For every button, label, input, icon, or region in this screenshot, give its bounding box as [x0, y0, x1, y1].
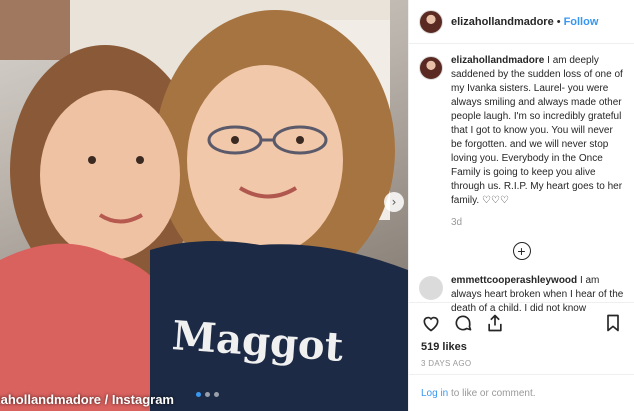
avatar[interactable]	[419, 56, 443, 80]
post-side-panel: elizahollandmadore • Follow elizaholland…	[408, 0, 634, 411]
comment-username[interactable]: emmettcooperashleywood	[451, 275, 577, 286]
action-bar	[421, 311, 623, 335]
login-prompt: Log in to like or comment.	[409, 374, 634, 411]
caption-body: elizahollandmadore I am deeply saddened …	[451, 54, 624, 230]
likes-count[interactable]: 519 likes	[421, 341, 623, 353]
login-link[interactable]: Log in	[421, 388, 448, 399]
share-icon[interactable]	[485, 313, 505, 333]
plus-circle-icon[interactable]: +	[512, 242, 531, 260]
login-text: to like or comment.	[451, 387, 536, 399]
avatar[interactable]	[419, 9, 443, 34]
comments-list[interactable]: elizahollandmadore I am deeply saddened …	[409, 44, 634, 338]
post-date: 3 DAYS AGO	[421, 359, 472, 368]
carousel-dots	[196, 392, 219, 397]
comment-icon[interactable]	[453, 313, 473, 333]
post-photo[interactable]: Maggot › @elizahollandmadore / Instagram	[0, 0, 408, 411]
bookmark-icon[interactable]	[603, 313, 623, 333]
carousel-dot	[205, 392, 210, 397]
post-username[interactable]: elizahollandmadore	[451, 16, 554, 28]
caption-username[interactable]: elizahollandmadore	[451, 55, 544, 66]
follow-button[interactable]: Follow	[564, 16, 599, 28]
chevron-right-icon[interactable]: ›	[384, 192, 404, 212]
caption: elizahollandmadore I am deeply saddened …	[419, 54, 624, 230]
actions-area: 519 likes 3 DAYS AGO	[409, 302, 634, 368]
carousel-dot	[196, 392, 201, 397]
caption-text: I am deeply saddened by the sudden loss …	[451, 55, 623, 206]
header-separator: •	[556, 15, 561, 28]
carousel-dot	[214, 392, 219, 397]
caption-time: 3d	[451, 217, 463, 228]
post-header: elizahollandmadore • Follow	[409, 0, 634, 44]
avatar[interactable]	[419, 276, 443, 300]
photo-credit: @elizahollandmadore / Instagram	[0, 392, 174, 407]
heart-icon[interactable]	[421, 313, 441, 333]
